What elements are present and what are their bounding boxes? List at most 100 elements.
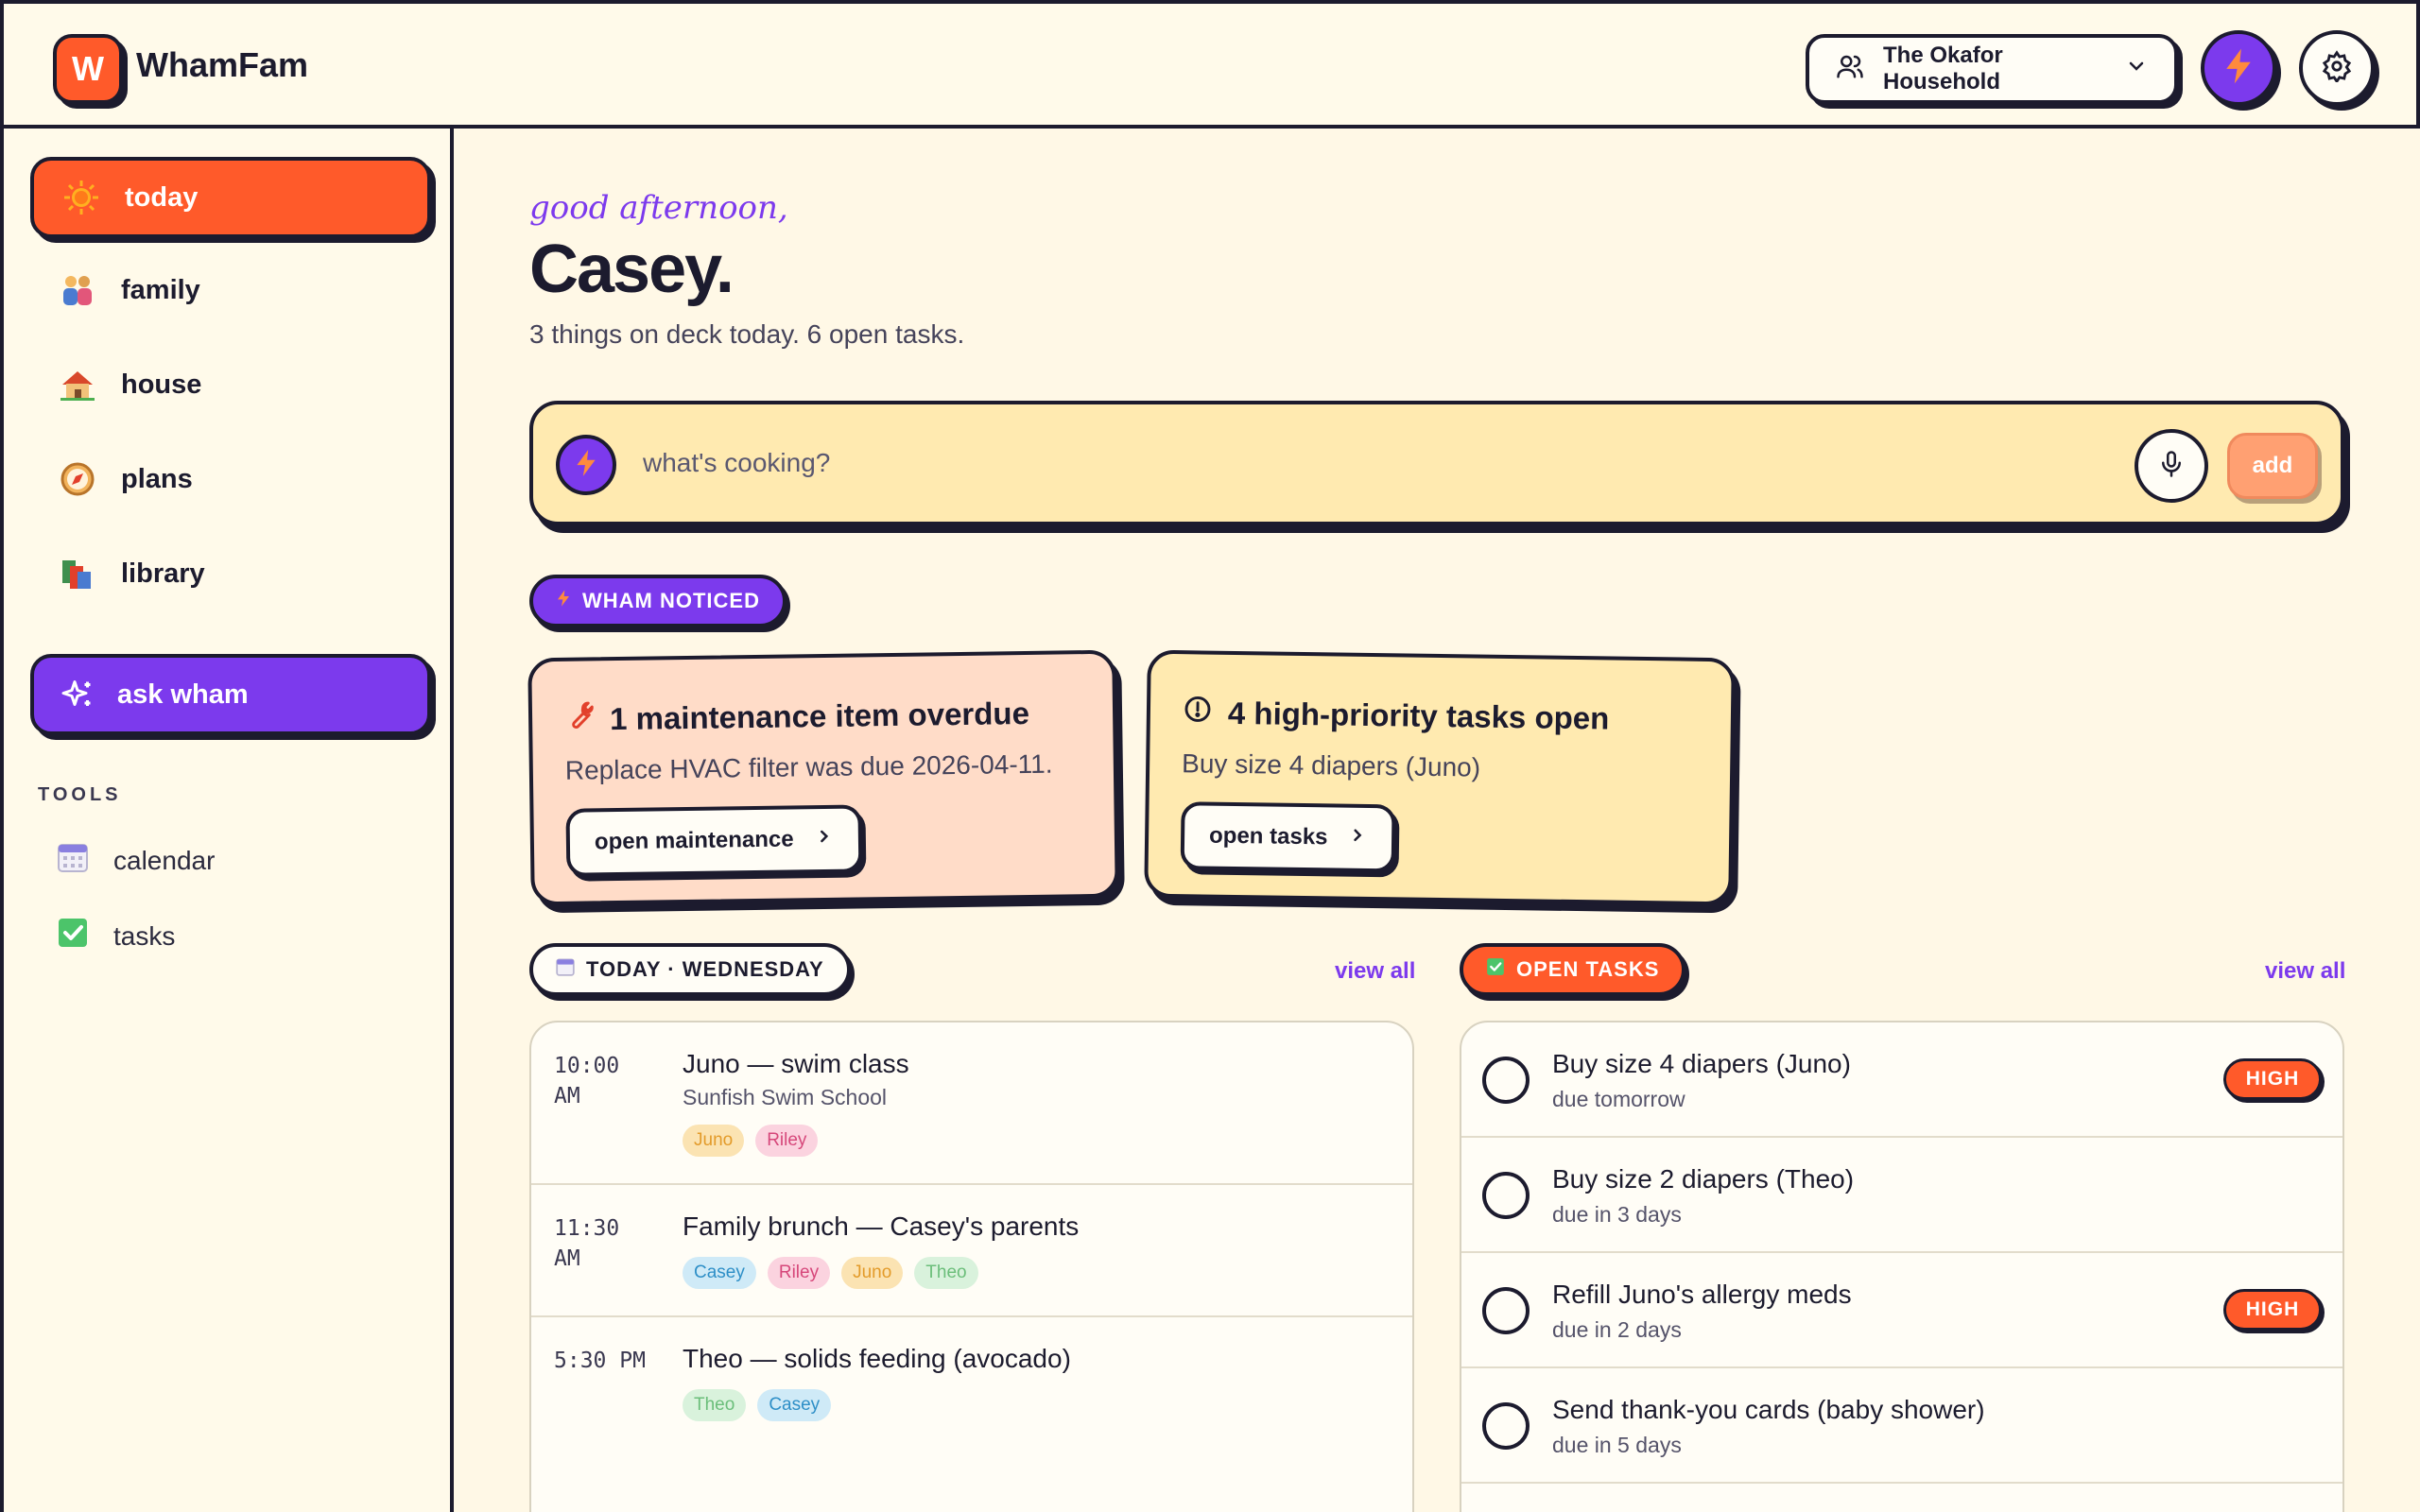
- task-row: Send thank-you cards (baby shower) due i…: [1461, 1368, 2342, 1484]
- task-row: Refill Juno's allergy meds due in 2 days…: [1461, 1253, 2342, 1368]
- task-checkbox[interactable]: [1482, 1057, 1530, 1104]
- event-time: 10:00 AM: [554, 1054, 620, 1108]
- open-tasks-panel: Buy size 4 diapers (Juno) due tomorrow H…: [1460, 1021, 2344, 1512]
- household-label: The Okafor Household: [1883, 43, 2003, 94]
- event-title: Juno — swim class: [683, 1049, 909, 1078]
- task-title[interactable]: Refill Juno's allergy meds: [1552, 1280, 1852, 1310]
- event-tags: Juno Riley: [683, 1125, 819, 1157]
- checkbox-icon: [57, 917, 89, 955]
- priority-badge: HIGH: [2223, 1058, 2322, 1100]
- chevron-right-icon: [1348, 825, 1367, 851]
- sidebar-item-family[interactable]: family: [30, 249, 431, 331]
- task-due: due in 3 days: [1552, 1202, 1682, 1227]
- event-row[interactable]: 5:30 PM Theo — solids feeding (avocado) …: [531, 1317, 1412, 1450]
- badge-label: WHAM NOTICED: [582, 589, 760, 612]
- priority-badge: HIGH: [2223, 1289, 2322, 1331]
- today-events-panel: 10:00 AM Juno — swim class Sunfish Swim …: [529, 1021, 1414, 1512]
- sun-icon: [62, 179, 100, 216]
- sidebar: today family house plans library ask wha…: [0, 129, 454, 1512]
- tool-item-tasks[interactable]: tasks: [57, 917, 175, 955]
- tag-juno: Juno: [841, 1257, 904, 1289]
- button-label: open tasks: [1208, 822, 1328, 850]
- users-icon: [1836, 52, 1864, 87]
- calendar-icon: [556, 957, 575, 982]
- tasks-view-all-link[interactable]: view all: [2265, 958, 2345, 985]
- checkbox-icon: [1486, 957, 1505, 982]
- greeting-name: Casey.: [529, 232, 735, 307]
- settings-button[interactable]: [2299, 30, 2375, 106]
- tag-casey: Casey: [683, 1257, 756, 1289]
- top-bar: W WhamFam The Okafor Household: [0, 0, 2420, 129]
- sidebar-item-label: family: [121, 274, 200, 305]
- wrench-icon: [564, 700, 596, 738]
- household-switcher[interactable]: The Okafor Household: [1806, 34, 2178, 104]
- tag-theo: Theo: [914, 1257, 978, 1289]
- sidebar-item-today[interactable]: today: [30, 157, 431, 238]
- bolt-icon: [574, 449, 598, 482]
- card-body: Replace HVAC filter was due 2026-04-11.: [564, 748, 1053, 785]
- family-icon: [59, 271, 96, 309]
- sidebar-item-label: today: [125, 181, 199, 213]
- ask-wham-button[interactable]: ask wham: [30, 654, 431, 735]
- task-title[interactable]: Buy size 4 diapers (Juno): [1552, 1049, 1851, 1079]
- quick-add-composer: what's cooking? add: [529, 401, 2344, 525]
- task-checkbox[interactable]: [1482, 1172, 1530, 1219]
- sidebar-item-plans[interactable]: plans: [30, 438, 431, 520]
- today-view-all-link[interactable]: view all: [1335, 958, 1415, 985]
- chevron-down-icon: [2125, 55, 2148, 84]
- task-due: due tomorrow: [1552, 1087, 1685, 1111]
- badge-label: TODAY · WEDNESDAY: [586, 957, 824, 981]
- task-due: due in 2 days: [1552, 1317, 1682, 1342]
- open-tasks-button[interactable]: open tasks: [1180, 801, 1396, 873]
- tag-theo: Theo: [683, 1389, 747, 1421]
- calendar-icon: [57, 841, 89, 880]
- bolt-icon: [2222, 47, 2255, 90]
- alert-circle-icon: [1183, 694, 1214, 731]
- tag-riley: Riley: [755, 1125, 819, 1157]
- app-name: WhamFam: [136, 45, 309, 84]
- open-tasks-badge: OPEN TASKS: [1460, 943, 1686, 996]
- maintenance-alert-card: 1 maintenance item overdue Replace HVAC …: [527, 649, 1119, 906]
- app-logo[interactable]: W: [53, 34, 123, 104]
- tool-item-label: calendar: [113, 845, 216, 875]
- task-title[interactable]: Send thank-you cards (baby shower): [1552, 1395, 1985, 1425]
- ask-wham-label: ask wham: [117, 679, 249, 710]
- sidebar-item-label: library: [121, 558, 205, 589]
- event-row[interactable]: 11:30 AM Family brunch — Casey's parents…: [531, 1185, 1412, 1317]
- task-title[interactable]: Buy size 2 diapers (Theo): [1552, 1164, 1854, 1194]
- tools-heading: TOOLS: [38, 784, 122, 805]
- today-badge: TODAY · WEDNESDAY: [529, 943, 851, 996]
- wham-bolt-button[interactable]: [2201, 30, 2276, 106]
- tag-riley: Riley: [767, 1257, 831, 1289]
- card-title-text: 1 maintenance item overdue: [609, 695, 1030, 737]
- sidebar-item-library[interactable]: library: [30, 533, 431, 614]
- gear-icon: [2321, 49, 2353, 87]
- microphone-button[interactable]: [2135, 429, 2208, 503]
- card-title: 4 high-priority tasks open: [1183, 694, 1610, 737]
- open-maintenance-button[interactable]: open maintenance: [565, 804, 863, 877]
- add-button[interactable]: add: [2227, 433, 2318, 499]
- task-row: Buy size 4 diapers (Juno) due tomorrow H…: [1461, 1022, 2342, 1138]
- wham-noticed-badge: WHAM NOTICED: [529, 575, 786, 627]
- compass-icon: [59, 460, 96, 498]
- tag-casey: Casey: [757, 1389, 832, 1421]
- main-content: good afternoon, Casey. 3 things on deck …: [458, 129, 2420, 1512]
- microphone-icon: [2157, 450, 2186, 483]
- bolt-icon: [556, 588, 571, 614]
- event-title: Family brunch — Casey's parents: [683, 1211, 1080, 1241]
- sidebar-item-label: house: [121, 369, 202, 400]
- task-row: Buy size 2 diapers (Theo) due in 3 days: [1461, 1138, 2342, 1253]
- event-row[interactable]: 10:00 AM Juno — swim class Sunfish Swim …: [531, 1022, 1412, 1185]
- tool-item-calendar[interactable]: calendar: [57, 841, 215, 880]
- greeting-salutation: good afternoon,: [529, 189, 788, 227]
- task-checkbox[interactable]: [1482, 1287, 1530, 1334]
- sidebar-item-house[interactable]: house: [30, 344, 431, 425]
- task-checkbox[interactable]: [1482, 1402, 1530, 1450]
- greeting-summary: 3 things on deck today. 6 open tasks.: [529, 319, 965, 349]
- event-tags: Theo Casey: [683, 1389, 832, 1421]
- event-time: 5:30 PM: [554, 1349, 646, 1373]
- house-icon: [59, 366, 96, 404]
- event-subtitle: Sunfish Swim School: [683, 1085, 888, 1109]
- composer-input[interactable]: what's cooking?: [643, 448, 830, 478]
- card-title: 1 maintenance item overdue: [564, 695, 1029, 739]
